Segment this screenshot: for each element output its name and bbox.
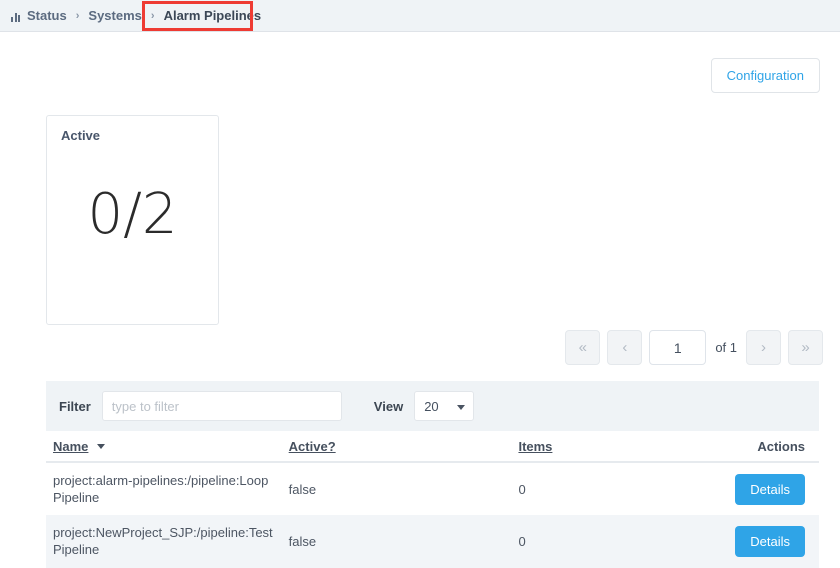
cell-name: project:alarm-pipelines:/pipeline:Loop P… <box>53 473 269 506</box>
breadcrumb-item-systems[interactable]: Systems <box>88 8 141 23</box>
column-header-name-label: Name <box>53 439 89 454</box>
pagination-total-label: of 1 <box>715 340 737 355</box>
pipelines-table: Name Active? Items Actions project:alarm… <box>46 431 819 568</box>
cell-items: 0 <box>518 481 526 497</box>
column-header-name[interactable]: Name <box>46 431 289 463</box>
toolbar: Configuration <box>0 32 840 93</box>
configuration-button[interactable]: Configuration <box>710 58 820 93</box>
bar-chart-icon <box>11 11 20 22</box>
cell-active: false <box>288 533 317 549</box>
details-button[interactable]: Details <box>735 473 805 505</box>
table-header-row: Name Active? Items Actions <box>46 431 819 463</box>
filter-panel: Filter View 20 <box>46 381 819 431</box>
details-button[interactable]: Details <box>735 525 805 557</box>
breadcrumb-item-status[interactable]: Status <box>27 8 67 23</box>
cell-active: false <box>288 481 317 497</box>
breadcrumb-item-alarm-pipelines: Alarm Pipelines <box>163 8 262 23</box>
cell-actions: Details <box>735 462 819 515</box>
cell-items: 0 <box>518 533 526 549</box>
pagination-last-button[interactable]: » <box>788 330 823 365</box>
cell-actions: Details <box>735 515 819 567</box>
column-header-items-label: Items <box>518 439 553 454</box>
active-card-value: 0/2 <box>87 182 178 247</box>
sort-descending-icon <box>97 444 106 449</box>
breadcrumb: Status › Systems › Alarm Pipelines <box>0 0 840 32</box>
table-row: project:NewProject_SJP:/pipeline:Test Pi… <box>46 515 819 568</box>
active-card: Active 0/2 <box>46 115 219 325</box>
cell-name: project:NewProject_SJP:/pipeline:Test Pi… <box>53 525 273 558</box>
active-card-title: Active <box>61 128 101 143</box>
table-row: project:alarm-pipelines:/pipeline:Loop P… <box>46 462 819 516</box>
chevron-down-icon <box>457 405 466 410</box>
pagination-first-button[interactable]: « <box>565 330 601 365</box>
column-header-active[interactable]: Active? <box>288 431 519 463</box>
column-header-active-label: Active? <box>288 439 336 454</box>
breadcrumb-separator: › <box>75 9 80 22</box>
column-header-actions: Actions <box>735 431 819 463</box>
filter-label: Filter <box>59 398 91 414</box>
pagination-prev-button[interactable]: ‹ <box>607 330 643 365</box>
pagination-page-input[interactable] <box>649 330 707 365</box>
view-label: View <box>373 398 404 414</box>
pagination: « ‹ of 1 › » <box>565 330 823 365</box>
view-page-size-value: 20 <box>424 398 439 414</box>
view-page-size-select[interactable]: 20 <box>414 391 475 421</box>
pagination-next-button[interactable]: › <box>746 330 781 365</box>
breadcrumb-separator: › <box>150 9 155 22</box>
filter-input[interactable] <box>101 391 342 421</box>
column-header-actions-label: Actions <box>757 439 805 454</box>
column-header-items[interactable]: Items <box>518 431 736 463</box>
